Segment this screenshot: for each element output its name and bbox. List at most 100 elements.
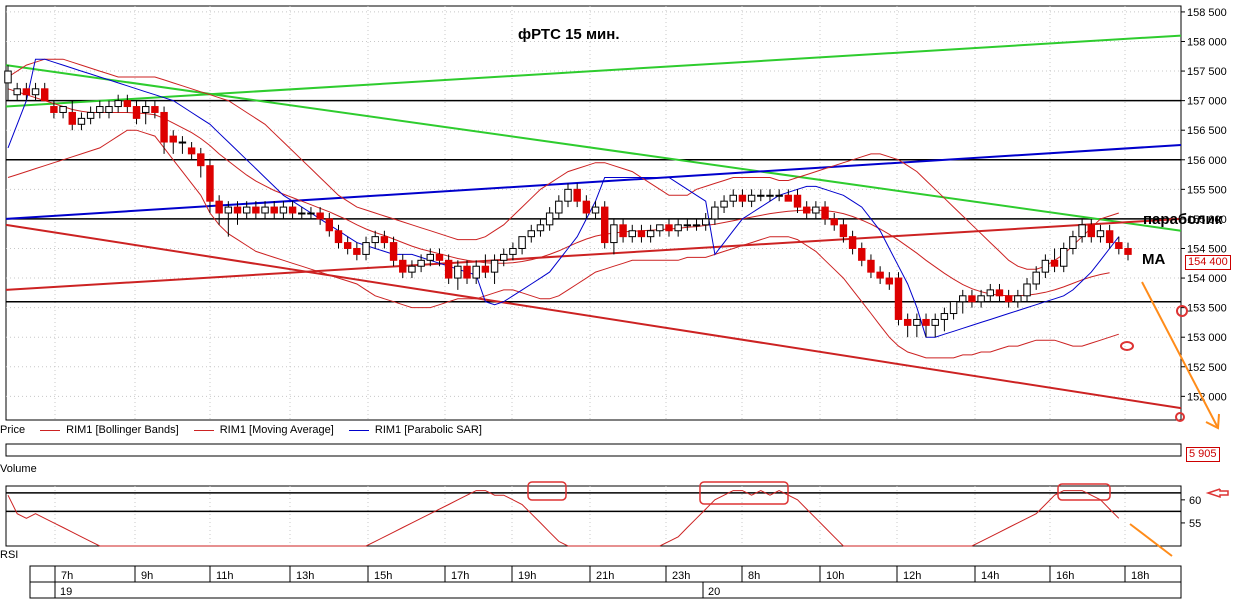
candle-body [435, 253, 444, 261]
price-tick-label: 154 500 [1187, 243, 1227, 255]
candle-body [527, 230, 535, 238]
candle-body [408, 265, 416, 273]
candle-body [1115, 242, 1123, 249]
candle-body [518, 236, 526, 249]
last-price-tag: 154 400 [1185, 255, 1231, 270]
candle-body [683, 224, 692, 227]
candle-body [747, 194, 756, 202]
candle-body [802, 206, 811, 214]
candle-body [940, 313, 949, 320]
candle-body [839, 224, 848, 238]
candle-body [738, 194, 747, 202]
candle-body [41, 88, 49, 102]
price-tick-label: 158 000 [1187, 36, 1227, 48]
time-label: 12h [903, 570, 921, 582]
price-tick-label: 152 500 [1187, 362, 1227, 374]
candle-body [252, 206, 260, 214]
candle-body [1050, 259, 1059, 267]
legend-item-ma: RIM1 [Moving Average] [193, 424, 340, 436]
candle-body [720, 200, 728, 208]
candle-body [509, 247, 517, 255]
candle-body [903, 318, 912, 326]
bollinger-upper-line [7, 58, 1119, 270]
candle-body [637, 230, 646, 238]
candle-body [885, 277, 894, 285]
day-label: 19 [60, 586, 72, 598]
candle-body [187, 147, 196, 155]
candle-body [931, 318, 939, 326]
price-tick-label: 156 000 [1187, 155, 1227, 167]
candle-body [1004, 295, 1013, 303]
candle-body [656, 224, 664, 232]
rsi-tick-label: 55 [1189, 518, 1201, 530]
candle-body [224, 206, 233, 214]
candle-body [132, 106, 141, 119]
legend-item-sar: RIM1 [Parabolic SAR] [348, 424, 488, 436]
candle-body [959, 295, 967, 303]
price-chart[interactable]: 158 500 158 000 157 500 157 000 156 500 156 0… [0, 0, 1233, 602]
candle-body [261, 206, 269, 214]
candle-body [417, 259, 425, 267]
candle-body [1060, 247, 1068, 267]
candle-body [545, 212, 554, 226]
candle-body [564, 188, 572, 202]
price-tick-label: 154 000 [1187, 273, 1227, 285]
candle-body [68, 111, 76, 125]
candle-body [1069, 236, 1077, 249]
candle-body [270, 206, 278, 214]
price-tick-label: 158 500 [1187, 7, 1227, 19]
candle-body [279, 206, 288, 214]
candles [4, 65, 1132, 338]
time-axis: 7h 9h 11h 13h 15h 17h 19h 21h 23h 8h 10h 12h 14h 16h 1… [29, 565, 1182, 599]
candle-body [1014, 295, 1022, 303]
candle-body [968, 295, 976, 303]
candle-body [50, 106, 58, 113]
candle-body [178, 141, 187, 144]
trend-line-red_middle [5, 217, 1182, 291]
candle-body [793, 194, 802, 208]
rsi-pane: 60 55 [6, 490, 1201, 547]
rsi-highlight-box [527, 481, 567, 501]
price-tick-label: 157 500 [1187, 66, 1227, 78]
candle-body [701, 218, 710, 226]
candle-body [86, 111, 95, 119]
candle-body [536, 224, 545, 232]
candle-body [729, 194, 737, 202]
candle-body [1096, 230, 1105, 238]
candle-body [334, 230, 343, 244]
rsi-pane-frame [5, 485, 1182, 547]
price-axis: 158 500 158 000 157 500 157 000 156 500 156 0… [1181, 7, 1227, 403]
candle-body [867, 259, 875, 273]
candle-body [233, 206, 242, 214]
price-tick-label: 155 500 [1187, 184, 1227, 196]
candle-body [13, 88, 21, 96]
candle-body [454, 265, 462, 279]
candle-body [711, 206, 719, 220]
moving-average-line [7, 88, 1110, 297]
candle-body [105, 106, 113, 113]
time-label: 13h [296, 570, 314, 582]
candle-body [757, 194, 765, 197]
candle-body [766, 194, 774, 197]
candle-body [123, 100, 132, 108]
candle-body [1105, 230, 1114, 244]
candle-body [619, 224, 627, 238]
candle-body [96, 106, 104, 113]
volume-value-tag: 5 905 [1186, 447, 1220, 462]
trend-lines [5, 34, 1182, 410]
candle-body [784, 194, 793, 202]
candle-body [674, 224, 682, 232]
time-label: 23h [672, 570, 690, 582]
annotation-ma: MA [1142, 251, 1166, 268]
volume-label: Volume [0, 463, 37, 475]
candle-body [500, 253, 508, 261]
candle-body [995, 289, 1004, 297]
candle-body [601, 206, 609, 244]
candle-body [343, 242, 352, 249]
grid [5, 5, 1182, 547]
candle-body [31, 88, 40, 96]
candle-body [114, 100, 122, 108]
time-label: 11h [216, 570, 234, 582]
candle-body [582, 200, 591, 214]
rsi-tick-label: 60 [1189, 495, 1201, 507]
